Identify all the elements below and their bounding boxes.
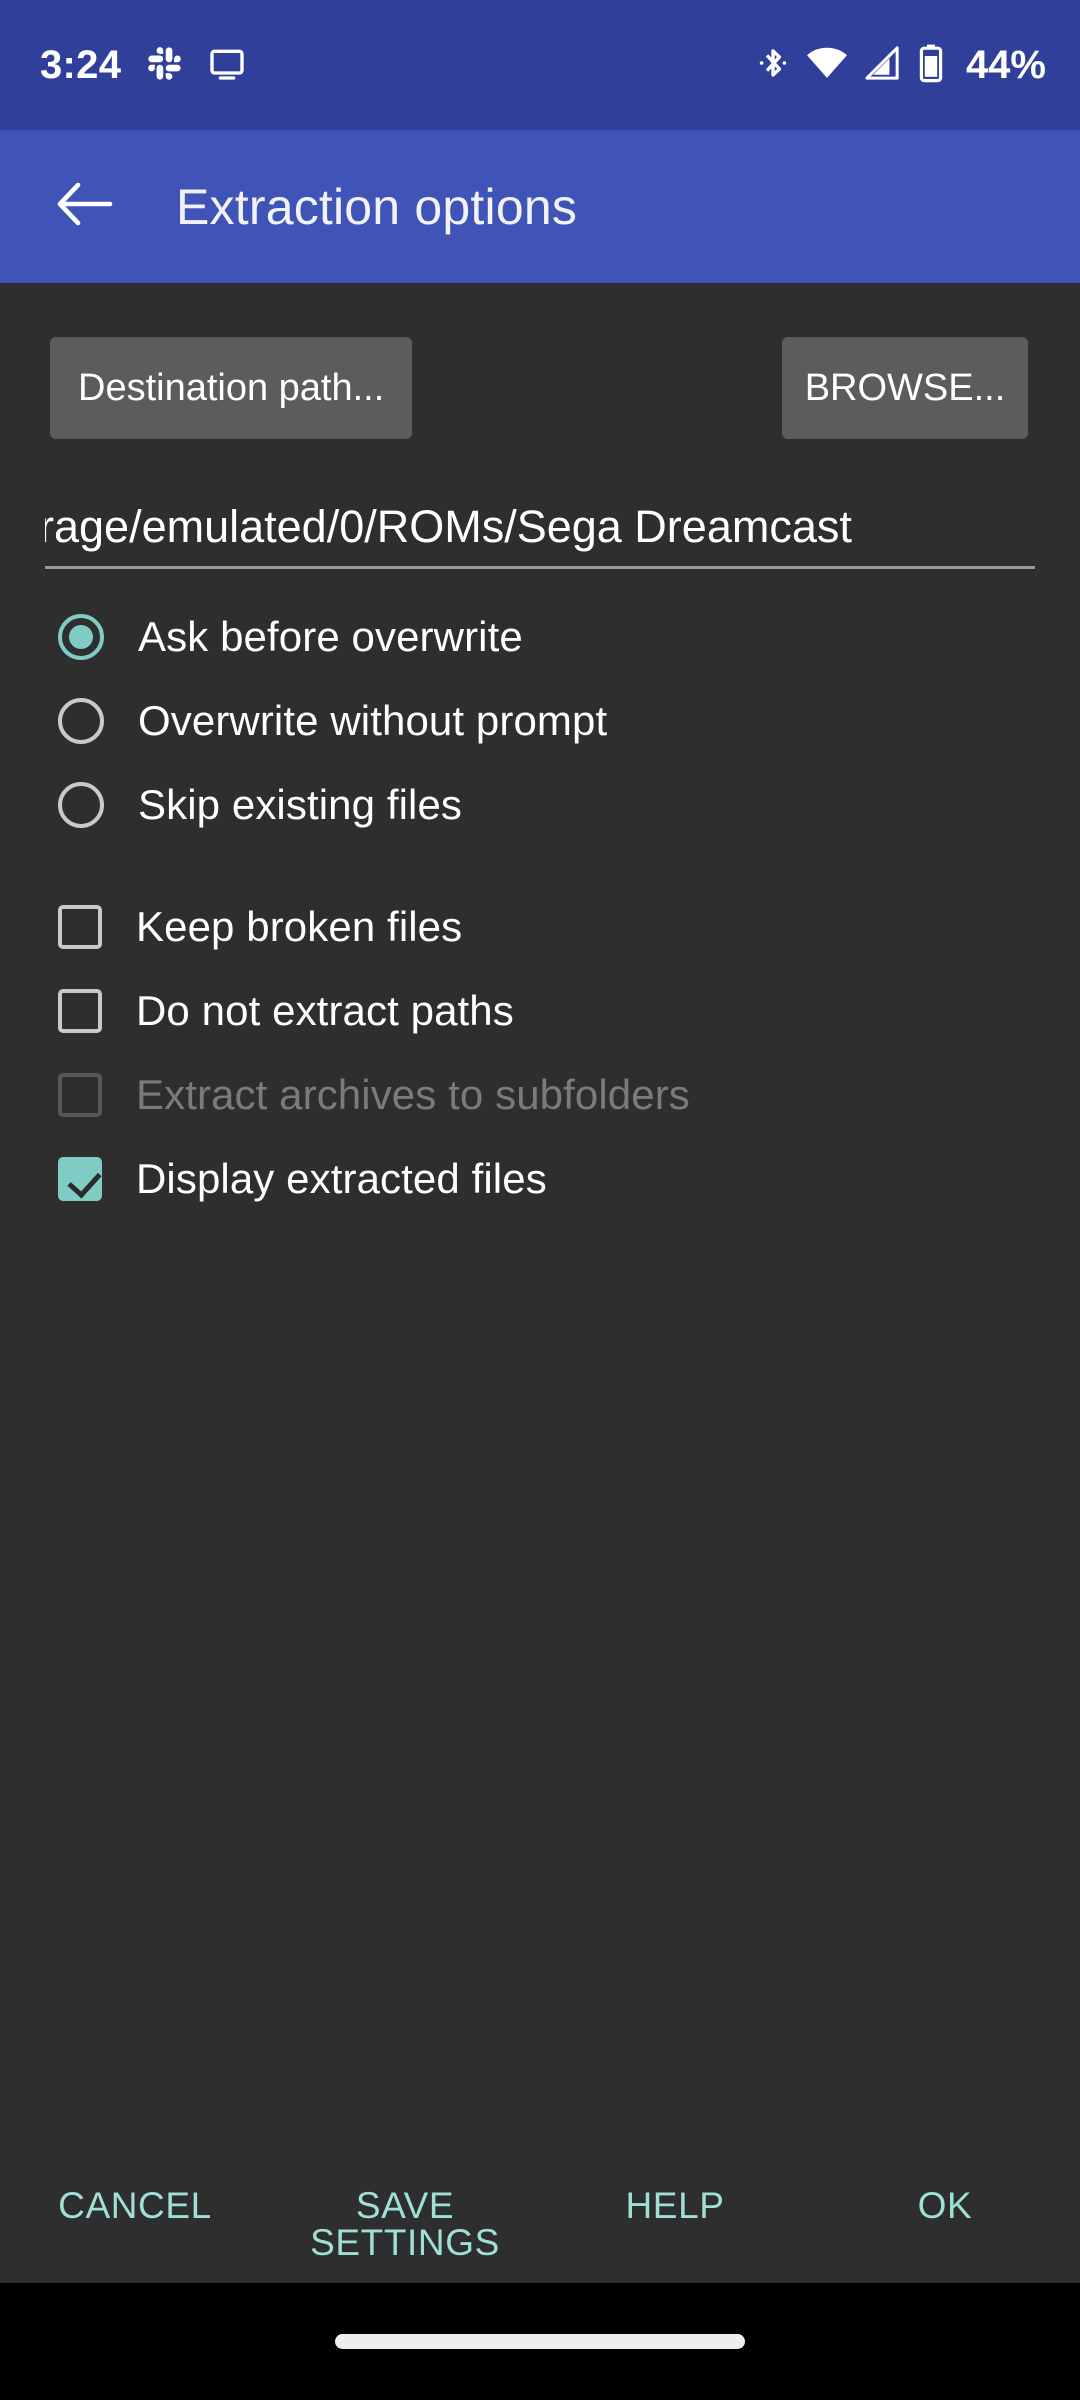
save-settings-label-line2: SETTINGS <box>310 2222 500 2263</box>
checkbox-row-do-not-extract-paths[interactable]: Do not extract paths <box>0 969 1080 1053</box>
app-bar: Extraction options <box>0 130 1080 283</box>
overwrite-mode-radio-group: Ask before overwrite Overwrite without p… <box>0 595 1080 847</box>
save-settings-label-line1: SAVE <box>355 2185 455 2226</box>
status-clock: 3:24 <box>40 42 122 87</box>
battery-icon <box>918 43 944 88</box>
bottom-action-bar: CANCEL SAVE SETTINGS HELP OK <box>0 2183 1080 2283</box>
help-button-label: HELP <box>625 2185 725 2226</box>
radio-row-overwrite-without-prompt[interactable]: Overwrite without prompt <box>0 679 1080 763</box>
slack-icon <box>145 44 183 87</box>
app-screen: 3:24 44% Extraction options Destination … <box>0 0 1080 2400</box>
system-navigation-bar <box>0 2283 1080 2400</box>
ok-button-label: OK <box>917 2185 973 2226</box>
checkbox-row-extract-archives-to-subfolders: Extract archives to subfolders <box>0 1053 1080 1137</box>
cancel-button[interactable]: CANCEL <box>0 2187 270 2224</box>
radio-row-skip-existing-files[interactable]: Skip existing files <box>0 763 1080 847</box>
bluetooth-icon <box>756 43 790 88</box>
checkbox-icon <box>58 1073 102 1117</box>
destination-path-row: Destination path... BROWSE... <box>0 337 1080 439</box>
destination-path-field[interactable]: rage/emulated/0/ROMs/Sega Dreamcast <box>45 477 1035 569</box>
extraction-checkbox-group: Keep broken files Do not extract paths E… <box>0 885 1080 1221</box>
ok-button[interactable]: OK <box>810 2187 1080 2224</box>
checkbox-label: Display extracted files <box>136 1155 547 1202</box>
help-button[interactable]: HELP <box>540 2187 810 2224</box>
checkbox-icon[interactable] <box>58 989 102 1033</box>
page-title: Extraction options <box>176 178 578 235</box>
save-settings-button[interactable]: SAVE SETTINGS <box>270 2187 540 2261</box>
checkbox-label: Extract archives to subfolders <box>136 1071 690 1118</box>
cellular-signal-icon <box>864 45 902 85</box>
radio-label: Ask before overwrite <box>138 613 523 660</box>
destination-path-value: rage/emulated/0/ROMs/Sega Dreamcast <box>45 501 852 552</box>
browse-button[interactable]: BROWSE... <box>782 337 1028 439</box>
checkbox-label: Do not extract paths <box>136 987 514 1034</box>
main-content: Destination path... BROWSE... rage/emula… <box>0 283 1080 2183</box>
checkbox-label: Keep broken files <box>136 903 463 950</box>
battery-percentage: 44% <box>965 42 1046 87</box>
status-bar-right: 44% <box>756 43 1046 88</box>
status-bar: 3:24 44% <box>0 0 1080 130</box>
radio-button-icon[interactable] <box>58 698 104 744</box>
status-bar-left: 3:24 <box>40 43 247 88</box>
radio-label: Skip existing files <box>138 781 463 828</box>
wifi-icon <box>806 46 848 85</box>
arrow-left-icon <box>56 181 114 232</box>
checkbox-row-keep-broken-files[interactable]: Keep broken files <box>0 885 1080 969</box>
radio-row-ask-before-overwrite[interactable]: Ask before overwrite <box>0 595 1080 679</box>
checkbox-icon[interactable] <box>58 905 102 949</box>
radio-label: Overwrite without prompt <box>138 697 608 744</box>
radio-button-icon[interactable] <box>58 614 104 660</box>
checkbox-row-display-extracted-files[interactable]: Display extracted files <box>0 1137 1080 1221</box>
radio-button-icon[interactable] <box>58 782 104 828</box>
cancel-button-label: CANCEL <box>58 2185 212 2226</box>
cast-screen-icon <box>207 43 247 88</box>
destination-path-button[interactable]: Destination path... <box>50 337 413 439</box>
home-gesture-pill[interactable] <box>335 2334 745 2349</box>
checkbox-icon[interactable] <box>58 1157 102 1201</box>
field-underline <box>45 566 1035 569</box>
back-button[interactable] <box>48 170 122 244</box>
